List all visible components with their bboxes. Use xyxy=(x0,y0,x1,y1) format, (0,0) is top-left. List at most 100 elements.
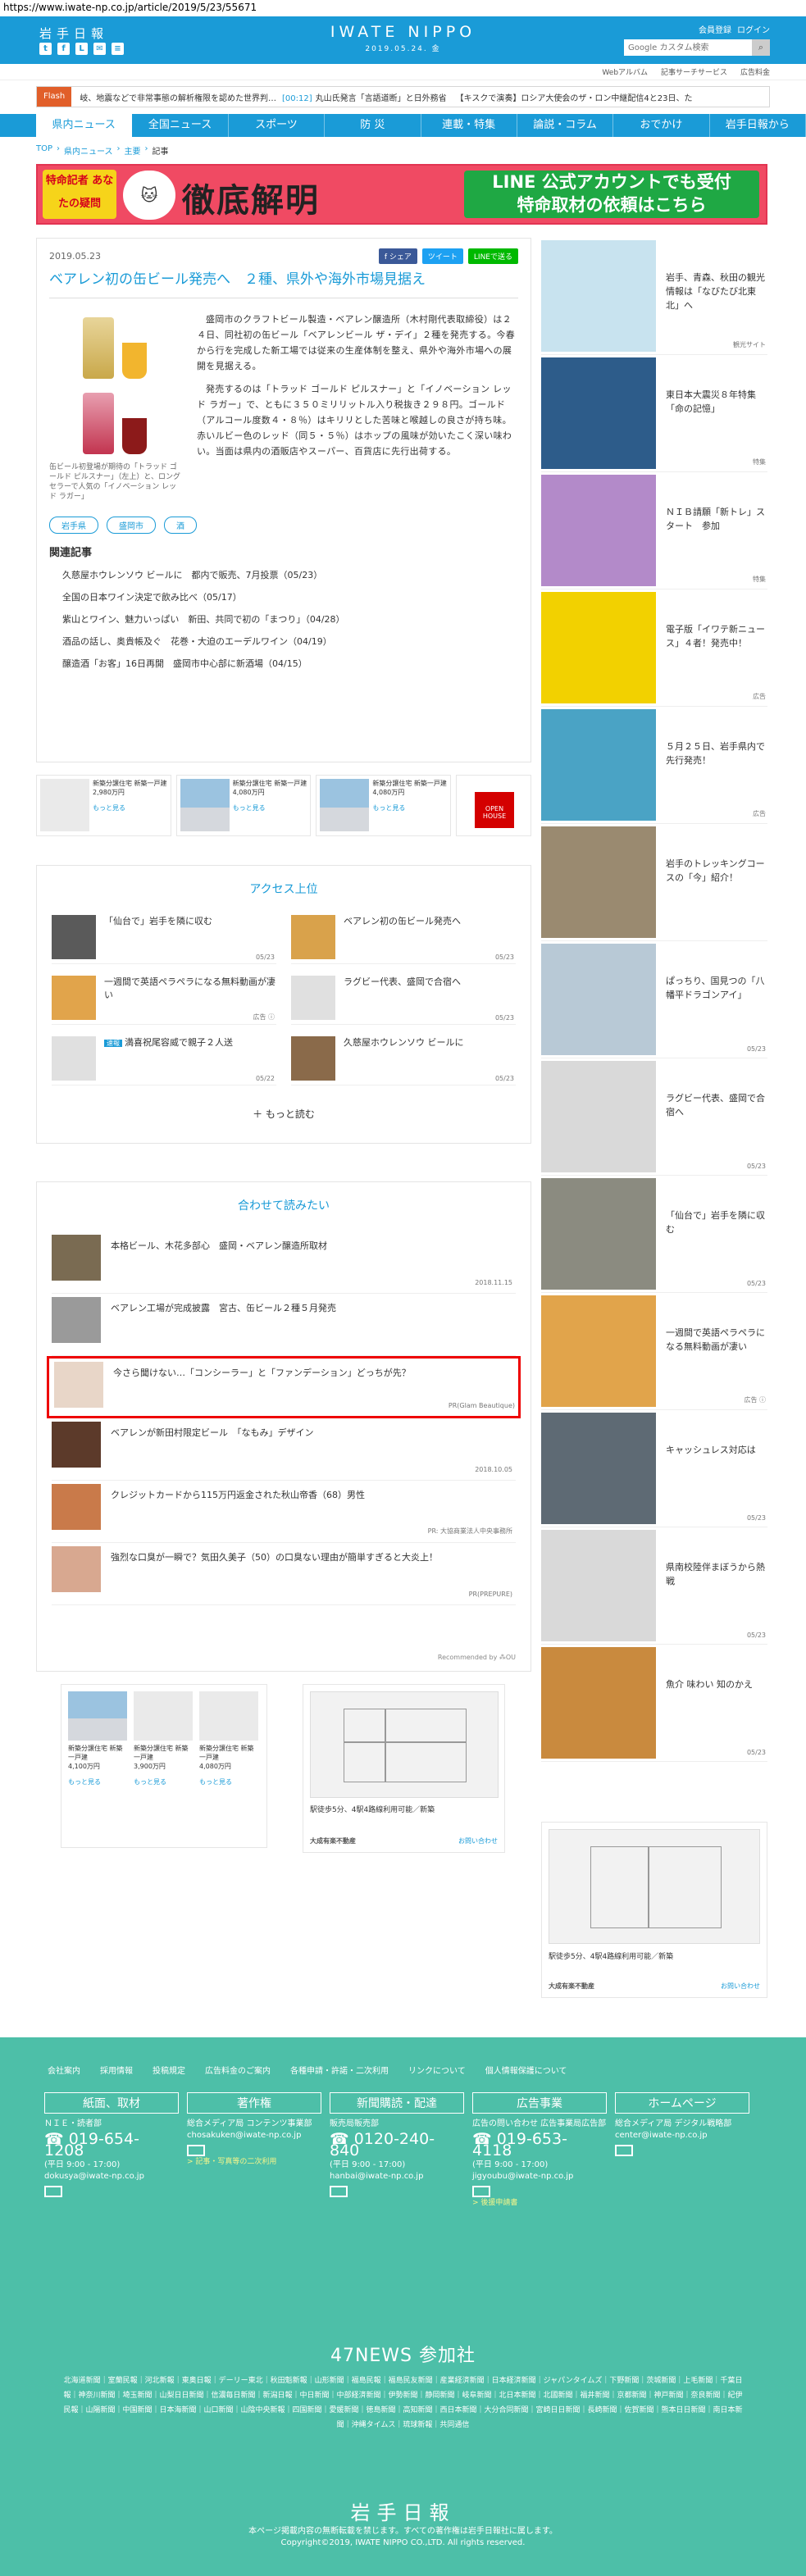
phone-number[interactable]: ☎ 0120-240-840 xyxy=(330,2132,464,2159)
beer-photo-gold[interactable] xyxy=(49,312,180,379)
envelope-icon[interactable] xyxy=(187,2145,205,2156)
sidebar-item[interactable]: ＮＩＢ請願「新トレ」スタート 参加 特集 xyxy=(541,472,767,589)
sidebar-item[interactable]: 一週間で英語ペラペラになる無料動画が凄い 広告 ⓘ xyxy=(541,1293,767,1410)
breadcrumb-top[interactable]: TOP xyxy=(36,144,52,157)
register-link[interactable]: 会員登録 xyxy=(699,23,731,35)
sidebar-real-estate-ad[interactable]: 駅徒歩5分、4駅4路線利用可能／新築 お問い合わせ 大成有楽不動産 xyxy=(541,1822,767,1998)
footer-link[interactable]: 広告料金のご案内 xyxy=(205,2064,271,2076)
phone-number[interactable]: ☎ 019-654-1208 xyxy=(44,2132,179,2159)
recommended-item[interactable]: ベアレン工場が完成披露 宮古、缶ビール２種５月発売 xyxy=(52,1294,516,1356)
flash-item[interactable]: 岐、地震などで非常事態の解析権限を認めた世界判… xyxy=(76,91,276,103)
subnav-ad[interactable]: 広告料金 xyxy=(740,66,770,77)
nav-national-news[interactable]: 全国ニュース xyxy=(132,114,229,137)
ranking-item[interactable]: 「仙台で」岩手を隣に収む 05/23 xyxy=(52,915,276,964)
address-bar[interactable]: https://www.iwate-np.co.jp/article/2019/… xyxy=(0,0,806,16)
nav-disaster[interactable]: 防 災 xyxy=(325,114,421,137)
ranking-item[interactable]: 久慈屋ホウレンソウ ビールに 05/23 xyxy=(291,1036,516,1085)
email-link[interactable]: hanbai@iwate-np.co.jp xyxy=(330,2171,464,2182)
related-link[interactable]: 紫山とワイン、魅力いっぱい 新田、共同で初の「まつり」（04/28） xyxy=(62,608,518,630)
footer-link[interactable]: 投稿規定 xyxy=(153,2064,185,2076)
housing-ad[interactable]: 新築分譲住宅 新築一戸建 2,980万円 もっと見る xyxy=(36,775,171,836)
footer-link[interactable]: 採用情報 xyxy=(100,2064,133,2076)
related-link[interactable]: 醸造酒「お客」16日再開 盛岡市中心部に新酒場（04/15） xyxy=(62,653,518,675)
sidebar-item[interactable]: 東日本大震災８年特集「命の記憶」 特集 xyxy=(541,355,767,472)
tag-iwate[interactable]: 岩手県 xyxy=(49,517,98,534)
email-link[interactable]: jigyoubu@iwate-np.co.jp xyxy=(472,2171,607,2182)
envelope-icon[interactable] xyxy=(615,2145,633,2156)
line-share-button[interactable]: LINEで送る xyxy=(467,248,518,264)
article-text: 盛岡市のクラフトビール製造・ベアレン醸造所（木村剛代表取締役）は２４日、同社初の… xyxy=(180,312,518,502)
related-link[interactable]: 全国の日本ワイン決定で飲み比べ（05/17） xyxy=(62,586,518,608)
sidebar-item[interactable]: 電子版「イワテ新ニュース」４者！発売中！ 広告 xyxy=(541,589,767,707)
nav-sports[interactable]: スポーツ xyxy=(229,114,326,137)
sidebar-item[interactable]: 岩手、青森、秋田の観光情報は「なびたび北東北」へ 観光サイト xyxy=(541,238,767,355)
email-link[interactable]: dokusya@iwate-np.co.jp xyxy=(44,2171,179,2182)
read-more-button[interactable]: ＋ もっと読む xyxy=(37,1107,531,1121)
sidebar-item[interactable]: 岩手のトレッキングコースの「今」紹介！ xyxy=(541,824,767,941)
nav-features[interactable]: 連載・特集 xyxy=(421,114,517,137)
beer-photo-red[interactable] xyxy=(49,387,180,454)
nav-local-news[interactable]: 県内ニュース xyxy=(36,114,133,137)
email-link[interactable]: center@iwate-np.co.jp xyxy=(615,2130,749,2141)
banner-line-cta[interactable]: LINE 公式アカウントでも受付 特命取材の依頼はこちら xyxy=(464,171,759,218)
breadcrumb-local[interactable]: 県内ニュース xyxy=(64,144,113,157)
sidebar-item[interactable]: 「仙台で」岩手を隣に収む 05/23 xyxy=(541,1176,767,1293)
housing-ad[interactable]: 新築分譲住宅 新築一戸建 4,100万円 もっと見る xyxy=(68,1691,127,1786)
subnav-album[interactable]: Webアルバム xyxy=(602,66,648,77)
recommended-item[interactable]: 本格ビール、木花多部心 盛岡・ベアレン醸造所取材 2018.11.15 xyxy=(52,1231,516,1294)
openhouse-logo-ad[interactable]: OPEN HOUSE xyxy=(456,775,532,836)
footer-link[interactable]: 各種申請・許諾・二次利用 xyxy=(290,2064,389,2076)
breadcrumb-main[interactable]: 主要 xyxy=(125,144,141,157)
sidebar-item[interactable]: 魚介 味わい 知のかえ 05/23 xyxy=(541,1645,767,1762)
flash-item[interactable]: 【キスクで演奏】ロシア大使会のザ・ロン中継配信4と23日、た xyxy=(453,91,693,103)
ranking-item[interactable]: ラグビー代表、盛岡で合宿へ 05/23 xyxy=(291,976,516,1025)
special-reporter-banner[interactable]: 特命記者 あなたの疑問 🐱 徹底解明 LINE 公式アカウントでも受付 特命取材… xyxy=(36,164,767,225)
housing-ad[interactable]: 新築分譲住宅 新築一戸建 4,080万円 もっと見る xyxy=(175,775,312,836)
email-link[interactable]: chosakuken@iwate-np.co.jp xyxy=(187,2130,321,2141)
housing-ad[interactable]: 新築分譲住宅 新築一戸建 4,080万円 もっと見る xyxy=(199,1691,258,1786)
tag-sake[interactable]: 酒 xyxy=(164,517,197,534)
sidebar-item[interactable]: ラグビー代表、盛岡で合宿へ 05/23 xyxy=(541,1058,767,1176)
related-link[interactable]: 久慈屋ホウレンソウ ビールに 都内で販売、7月投票（05/23） xyxy=(62,564,518,586)
footer-link[interactable]: 個人情報保護について xyxy=(485,2064,567,2076)
real-estate-ad[interactable]: 駅徒歩5分、4駅4路線利用可能／新築 お問い合わせ 大成有楽不動産 xyxy=(303,1684,505,1853)
footer-link[interactable]: 会社案内 xyxy=(48,2064,80,2076)
nav-from-iwate-nippo[interactable]: 岩手日報から xyxy=(710,114,806,137)
brand-logo[interactable]: IWATE NIPPO xyxy=(0,23,806,41)
ranking-item[interactable]: ベアレン初の缶ビール発売へ 05/23 xyxy=(291,915,516,964)
phone-number[interactable]: ☎ 019-653-4118 xyxy=(472,2132,607,2159)
inquiry-link[interactable]: お問い合わせ xyxy=(721,1982,760,1991)
related-link[interactable]: 酒品の話し、奥貴帳及ぐ 花巻・大迫のエーデルワイン（04/19） xyxy=(62,630,518,653)
recommended-item-highlighted[interactable]: 今さら聞けない…「コンシーラー」と「ファンデーション」どっちが先？ PR(Glam… xyxy=(47,1356,521,1418)
sponsorship-link[interactable]: > 後援申請書 xyxy=(472,2197,607,2209)
search-input[interactable] xyxy=(624,39,752,56)
sidebar-item[interactable]: ５月２５日、岩手県内で先行発売！ 広告 xyxy=(541,707,767,824)
sidebar-item[interactable]: 県南校陸伴まぼうから熱戦 05/23 xyxy=(541,1527,767,1645)
inquiry-link[interactable]: お問い合わせ xyxy=(458,1836,498,1846)
recommended-item[interactable]: 強烈な口臭が一瞬で？気田久美子（50）の口臭ない理由が簡単すぎると大炎上！ PR(… xyxy=(52,1543,516,1605)
envelope-icon[interactable] xyxy=(472,2186,490,2197)
sidebar-item[interactable]: キャッシュレス対応は 05/23 xyxy=(541,1410,767,1527)
envelope-icon[interactable] xyxy=(44,2186,62,2197)
recommended-item[interactable]: クレジットカードから115万円返金された秋山帝香（68）男性 PR: 大協商業法人… xyxy=(52,1481,516,1543)
ranking-item[interactable]: 速報 満喜祝尾容威で親子２人送 05/22 xyxy=(52,1036,276,1085)
subnav-search[interactable]: 記事サーチサービス xyxy=(661,66,727,77)
member-papers-list[interactable]: 北海道新聞｜室蘭民報｜河北新報｜東奥日報｜デーリー東北｜秋田魁新報｜山形新聞｜福… xyxy=(61,2373,745,2433)
tweet-button[interactable]: ツイート xyxy=(421,248,463,264)
envelope-icon[interactable] xyxy=(330,2186,348,2197)
footer-logo[interactable]: 岩手日報 xyxy=(0,2496,806,2525)
footer-link[interactable]: リンクについて xyxy=(408,2064,466,2076)
nav-editorial[interactable]: 論説・コラム xyxy=(517,114,614,137)
sidebar-item[interactable]: ぱっちり、国見つの「八幡平ドラゴンアイ」 05/23 xyxy=(541,941,767,1058)
login-link[interactable]: ログイン xyxy=(737,23,770,35)
facebook-share-button[interactable]: f シェア xyxy=(378,248,417,264)
nav-outings[interactable]: おでかけ xyxy=(613,114,710,137)
secondary-use-link[interactable]: > 記事・写真等の二次利用 xyxy=(187,2156,321,2168)
housing-ad[interactable]: 新築分譲住宅 新築一戸建 4,080万円 もっと見る xyxy=(316,775,452,836)
recommended-item[interactable]: ベアレンが新田村限定ビール 「なもみ」デザイン 2018.10.05 xyxy=(52,1418,516,1481)
search-icon[interactable]: ⌕ xyxy=(752,39,770,56)
tag-morioka[interactable]: 盛岡市 xyxy=(107,517,156,534)
flash-item[interactable]: [00:12] 丸山氏発言「言語道断」と日外務省 xyxy=(282,91,447,103)
housing-ad[interactable]: 新築分譲住宅 新築一戸建 3,900万円 もっと見る xyxy=(134,1691,193,1786)
ranking-item[interactable]: 一週間で英語ペラペラになる無料動画が凄い 広告 ⓘ xyxy=(52,976,276,1025)
